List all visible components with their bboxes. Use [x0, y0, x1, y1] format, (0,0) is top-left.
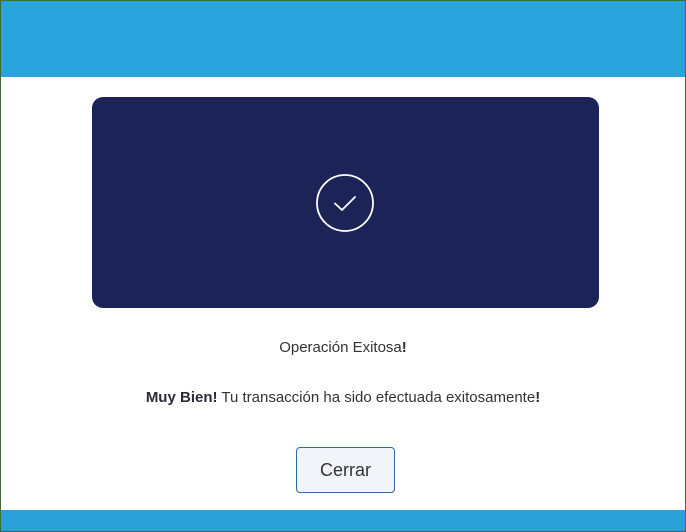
dialog-header-bar — [1, 1, 685, 77]
success-hero-panel — [92, 97, 599, 308]
dialog-footer-bar — [1, 510, 685, 531]
success-message: Muy Bien! Tu transacción ha sido efectua… — [1, 389, 685, 406]
success-dialog: Operación Exitosa! Muy Bien! Tu transacc… — [0, 0, 686, 532]
status-title-mark: ! — [401, 339, 407, 356]
close-button[interactable]: Cerrar — [296, 447, 395, 493]
message-mark: ! — [535, 389, 541, 406]
message-body: Tu transacción ha sido efectuada exitosa… — [217, 389, 536, 406]
check-circle-icon — [316, 174, 374, 232]
status-title-text: Operación Exitosa — [279, 339, 402, 356]
status-title: Operación Exitosa! — [1, 339, 685, 356]
message-lead: Muy Bien! — [145, 389, 218, 406]
